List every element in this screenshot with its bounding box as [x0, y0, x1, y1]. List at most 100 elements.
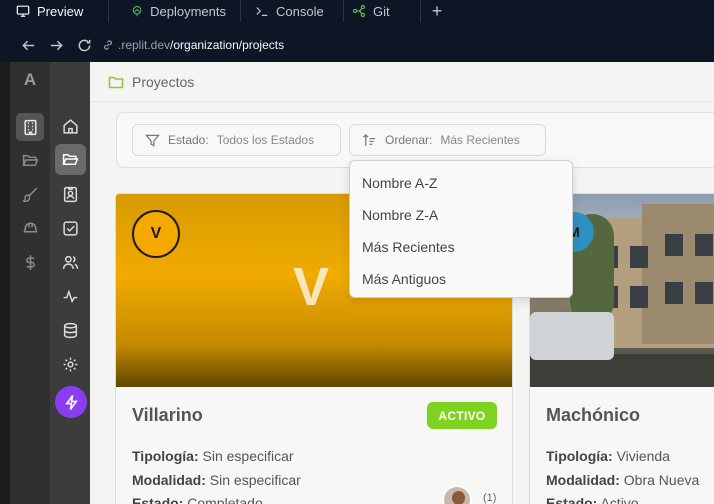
sort-select-value: Más Recientes [440, 133, 520, 147]
url-path: /organization/projects [170, 38, 285, 52]
dollar-icon [25, 254, 35, 270]
photo-window [630, 246, 648, 268]
avatar-head [452, 491, 465, 504]
workspace-tabbar: Preview Deployments Console Git + [0, 0, 714, 22]
project-modality: Modalidad: Obra Nueva [546, 472, 699, 488]
main-content: Proyectos Estado: Todos los Estados Orde… [90, 62, 714, 504]
terminal-icon [256, 7, 268, 16]
back-button[interactable] [14, 31, 42, 59]
project-state: Estado: Activo [546, 495, 639, 504]
sort-select-label: Ordenar: [385, 133, 433, 147]
secondary-sidebar [50, 62, 90, 504]
arrow-right-icon [50, 40, 63, 50]
photo-window [665, 234, 683, 256]
sort-option-newest[interactable]: Más Recientes [350, 231, 572, 263]
forward-button[interactable] [42, 31, 70, 59]
address-field[interactable]: .replit.dev/organization/projects [102, 38, 284, 52]
status-badge: ACTIVO [427, 402, 497, 429]
breadcrumb: Proyectos [90, 62, 714, 102]
tab-git[interactable]: Git [344, 0, 421, 22]
sort-option-name-desc[interactable]: Nombre Z-A [350, 199, 572, 231]
folder-open-icon [21, 154, 39, 166]
lightning-icon [64, 394, 78, 410]
link-icon [104, 40, 112, 50]
url-bar: .replit.dev/organization/projects [0, 28, 714, 62]
project-name: Villarino [132, 405, 203, 425]
rail-item-finance[interactable] [16, 248, 44, 276]
project-avatar: V [132, 210, 180, 258]
nav-tasks[interactable] [55, 213, 86, 244]
primary-sidebar: A [10, 62, 50, 504]
filter-icon [145, 134, 160, 147]
tab-deployments[interactable]: Deployments [109, 0, 241, 22]
users-icon [62, 255, 79, 269]
photo-window [630, 286, 648, 308]
app-logo: A [23, 70, 37, 89]
hard-hat-icon [23, 222, 37, 232]
folder-icon [108, 76, 124, 88]
modality-value: Obra Nueva [623, 472, 700, 488]
modality-label: Modalidad: [546, 472, 620, 488]
new-tab-button[interactable]: + [421, 0, 453, 22]
status-filter-label: Estado: [168, 133, 209, 147]
home-icon [63, 119, 78, 134]
contact-card-icon [63, 186, 78, 203]
tab-label: Git [373, 3, 390, 19]
nav-database[interactable] [55, 315, 86, 346]
checkbox-icon [63, 221, 78, 236]
rail-item-design[interactable] [16, 180, 44, 208]
quick-action-button[interactable] [55, 386, 87, 418]
photo-window [665, 282, 683, 304]
rail-item-construction[interactable] [16, 213, 44, 241]
folder-open-icon [62, 153, 79, 166]
photo-car [530, 312, 614, 360]
sort-icon [362, 133, 376, 146]
nav-contacts[interactable] [55, 179, 86, 210]
tab-console[interactable]: Console [241, 0, 344, 22]
url-host: .replit.dev [118, 38, 171, 52]
project-name: Machónico [546, 405, 641, 425]
nav-settings[interactable] [55, 349, 86, 380]
reload-icon [78, 39, 90, 51]
tab-label: Console [276, 3, 324, 19]
sort-option-name-asc[interactable]: Nombre A-Z [350, 167, 572, 199]
plus-icon: + [431, 0, 443, 21]
typology-label: Tipología: [546, 448, 613, 464]
building-icon [23, 119, 37, 135]
reload-button[interactable] [70, 31, 98, 59]
sort-dropdown-menu: Nombre A-Z Nombre Z-A Más Recientes Más … [349, 160, 573, 298]
typology-value: Sin especificar [202, 448, 294, 464]
tab-preview[interactable]: Preview [0, 0, 109, 22]
rail-item-folders[interactable] [16, 146, 44, 174]
photo-building [642, 204, 714, 344]
state-label: Estado: [132, 495, 184, 504]
monitor-icon [16, 5, 30, 17]
left-edge [0, 62, 10, 504]
member-avatar[interactable] [442, 485, 472, 504]
activity-icon [63, 289, 78, 304]
cover-letter: V [293, 257, 330, 317]
typology-label: Tipología: [132, 448, 199, 464]
project-typology: Tipología: Vivienda [546, 448, 670, 464]
sort-option-oldest[interactable]: Más Antiguos [350, 263, 572, 295]
sort-select[interactable]: Ordenar: Más Recientes [349, 124, 546, 156]
project-modality: Modalidad: Sin especificar [132, 472, 301, 488]
nav-users[interactable] [55, 247, 86, 278]
deployments-icon [132, 5, 142, 17]
modality-value: Sin especificar [209, 472, 301, 488]
page-title: Proyectos [132, 73, 195, 90]
arrow-left-icon [21, 40, 34, 50]
status-filter[interactable]: Estado: Todos los Estados [132, 124, 341, 156]
state-value: Completado [187, 495, 263, 504]
nav-projects[interactable] [55, 144, 86, 175]
rail-item-organization[interactable] [16, 113, 44, 141]
git-icon [352, 4, 366, 18]
nav-activity[interactable] [55, 281, 86, 312]
project-typology: Tipología: Sin especificar [132, 448, 294, 464]
brush-icon [22, 187, 37, 202]
state-label: Estado: [546, 495, 598, 504]
photo-window [695, 282, 713, 304]
state-value: Activo [600, 495, 639, 504]
photo-window [695, 234, 713, 256]
nav-home[interactable] [55, 111, 86, 142]
